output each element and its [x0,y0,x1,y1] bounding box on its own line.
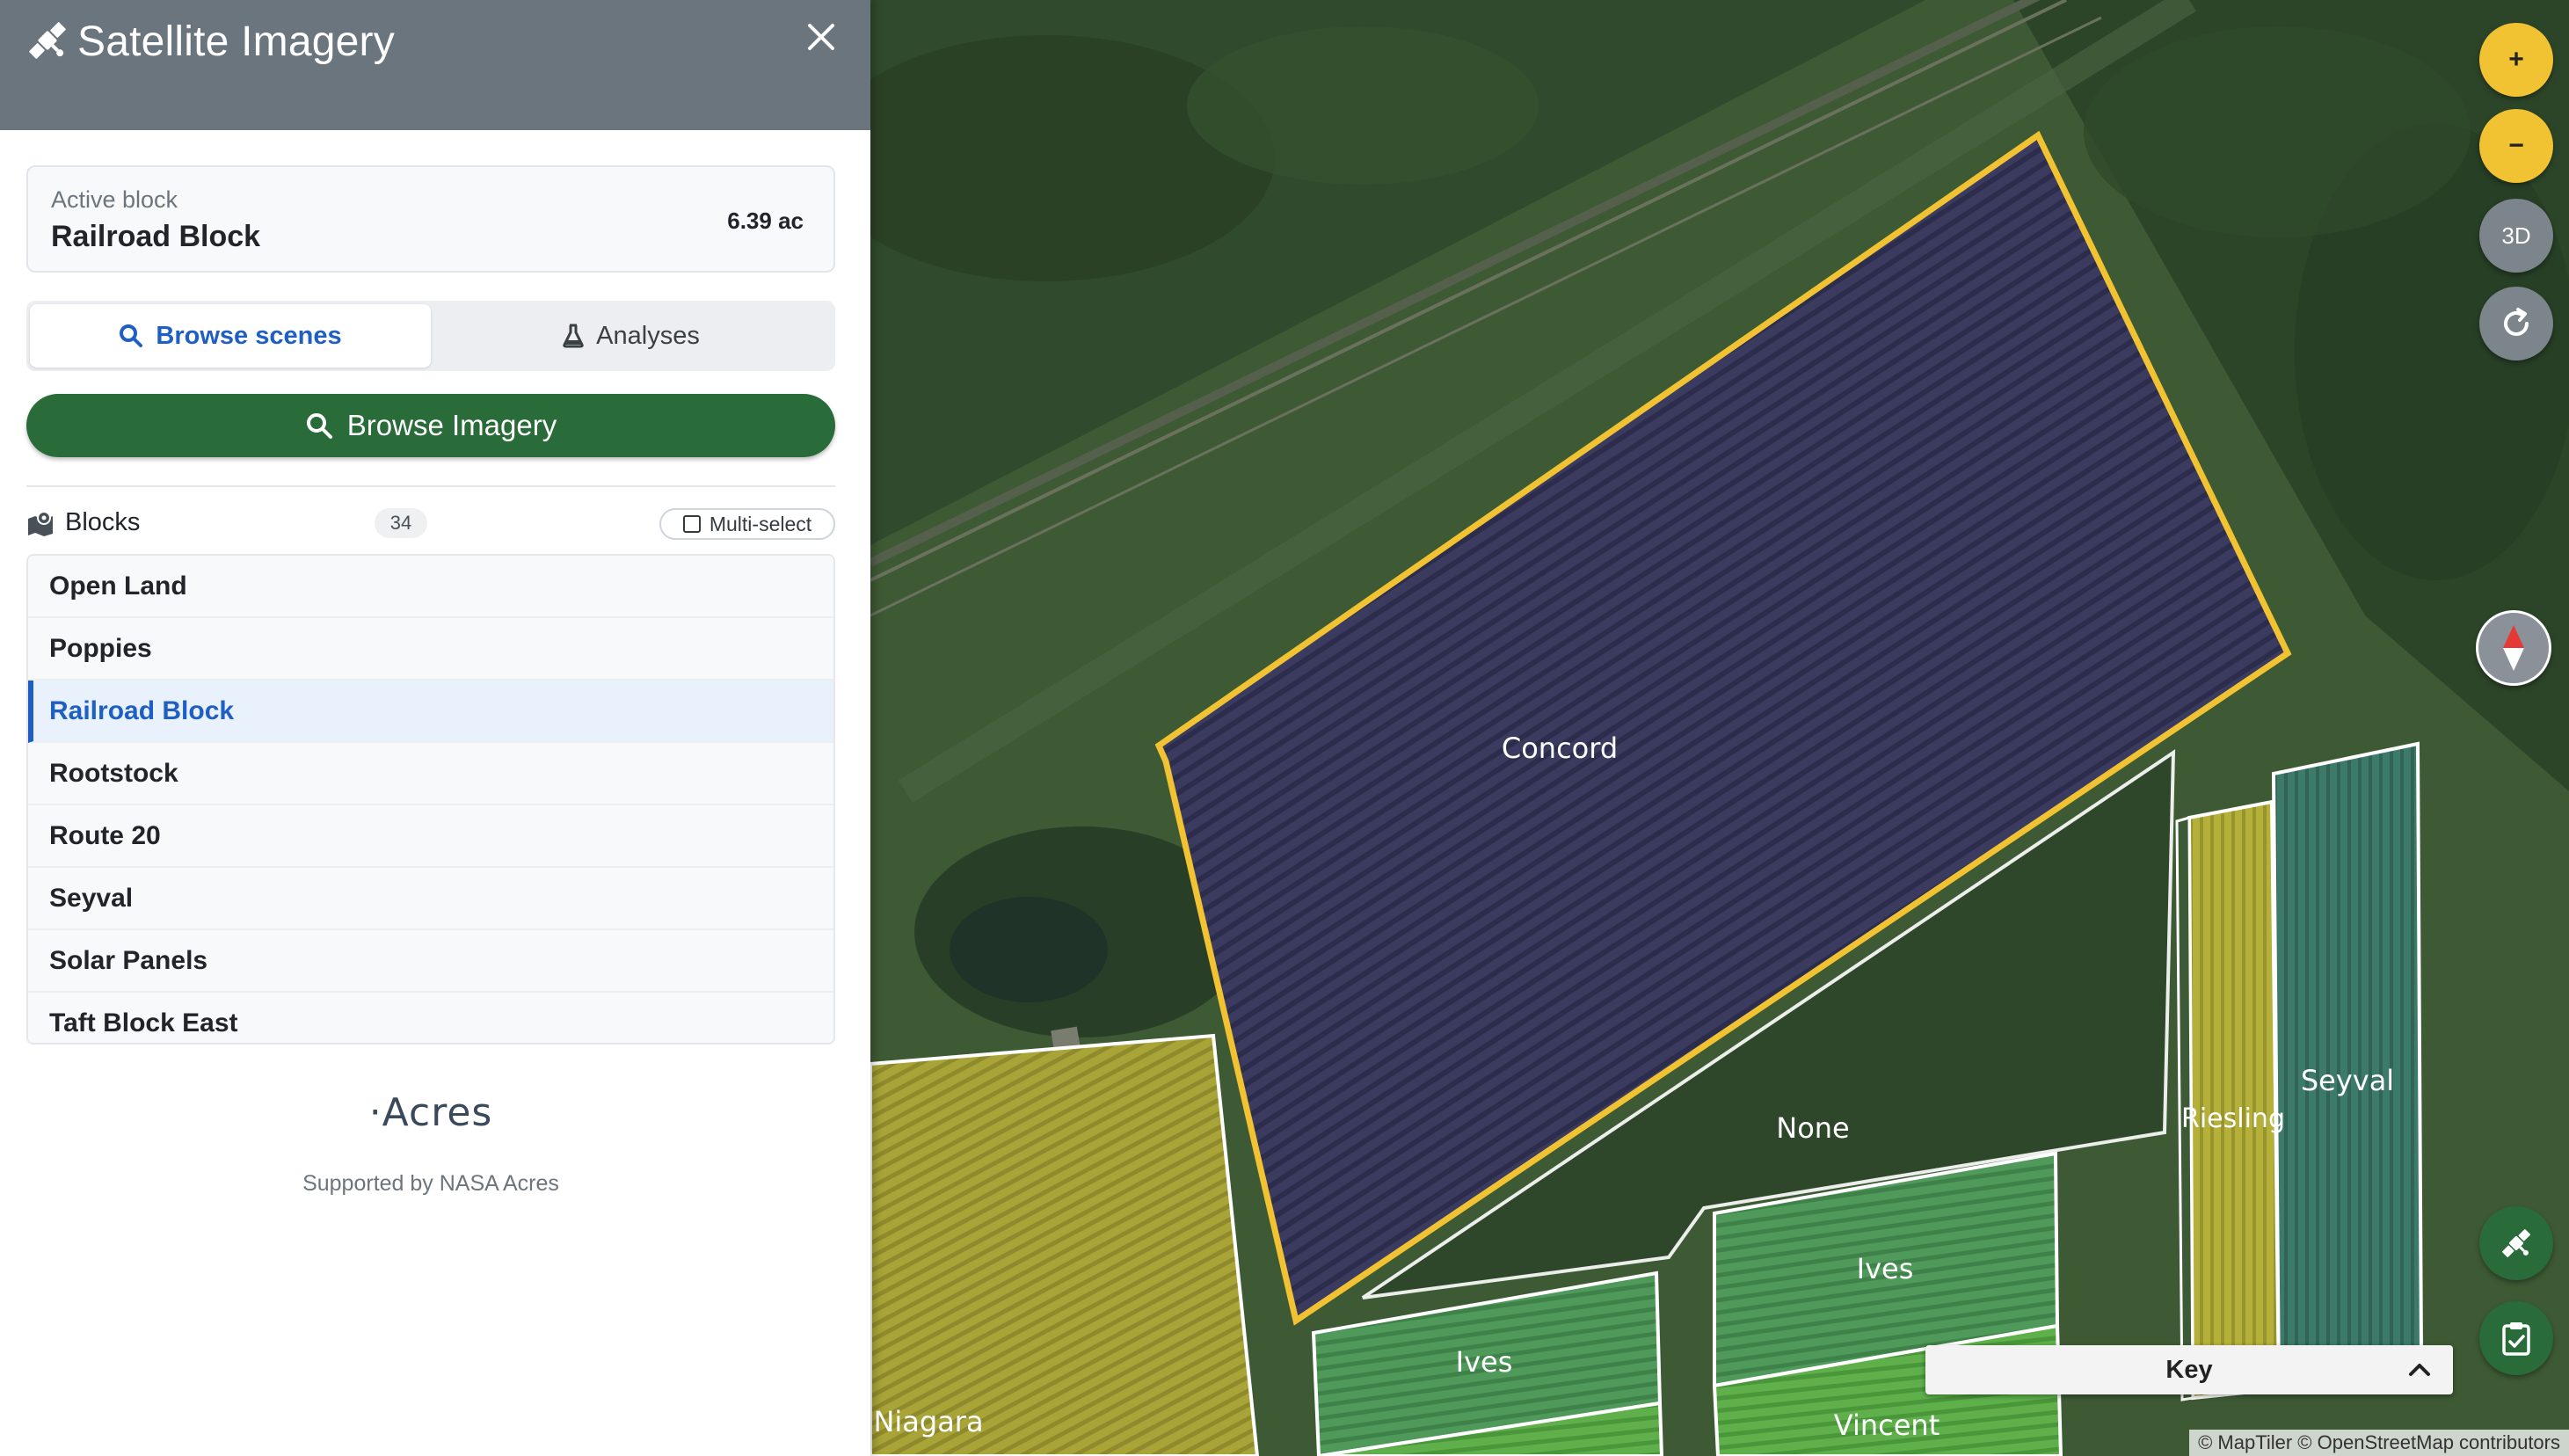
blocks-list: Open Land Poppies Railroad Block Rootsto… [26,554,835,1045]
checkbox-icon [682,515,701,533]
field-label-concord: Concord [1502,732,1618,765]
list-item-selected[interactable]: Railroad Block [28,681,833,743]
browse-imagery-label: Browse Imagery [346,409,557,441]
active-block-name: Railroad Block [51,220,261,253]
compass-button[interactable] [2476,610,2551,686]
tab-browse-scenes[interactable]: Browse scenes [30,304,431,368]
map-attribution[interactable]: © MapTiler © OpenStreetMap contributors [2189,1430,2569,1456]
refresh-icon [2504,308,2529,336]
zoom-out-button[interactable]: − [2479,109,2553,183]
multi-select-toggle[interactable]: Multi-select [659,508,835,540]
satellite-icon [2502,1229,2530,1257]
active-block-card: Active block Railroad Block 6.39 ac [26,165,835,273]
list-item[interactable]: Seyval [28,868,833,930]
field-label-ives: Ives [1857,1252,1914,1285]
close-icon [808,24,834,50]
acres-logo: ·Acres [368,1090,493,1135]
map-key-toggle[interactable]: Key [1925,1345,2453,1394]
satellite-map[interactable]: Concord None Riesling Seyval Ives Ives V… [870,0,2569,1456]
tab-bar: Browse scenes Analyses [26,301,835,371]
field-label-vincent: Vincent [1834,1409,1939,1442]
map-marker-icon [28,511,53,536]
tab-analyses-label: Analyses [596,321,700,350]
list-item[interactable]: Route 20 [28,805,833,868]
field-label-ives: Ives [1456,1345,1513,1379]
zoom-in-button[interactable]: + [2479,23,2553,97]
list-item[interactable]: Open Land [28,556,833,618]
clipboard-icon [2502,1322,2530,1356]
tab-browse-scenes-label: Browse scenes [156,321,342,350]
sidebar-header: Satellite Imagery [0,0,870,130]
satellite-imagery-button[interactable] [2479,1206,2553,1280]
blocks-label: Blocks [65,508,141,536]
search-icon [306,413,332,439]
sidebar-title: Satellite Imagery [77,18,395,65]
satellite-sidebar: Satellite Imagery Active block Railroad … [0,0,870,1456]
close-button[interactable] [800,16,842,58]
list-item[interactable]: Poppies [28,618,833,681]
flask-icon [563,324,584,348]
blocks-header: Blocks 34 Multi-select [26,503,835,543]
map-view[interactable]: Concord None Riesling Seyval Ives Ives V… [870,0,2569,1456]
key-label: Key [2165,1355,2213,1384]
tab-analyses[interactable]: Analyses [431,304,832,368]
field-label-none: None [1776,1111,1849,1145]
list-item[interactable]: Taft Block East [28,993,833,1043]
clipboard-button[interactable] [2479,1301,2553,1375]
supported-by-text: Supported by NASA Acres [302,1171,559,1196]
blocks-count-badge: 34 [375,508,427,538]
field-label-niagara: Niagara [873,1405,983,1438]
reset-view-button[interactable] [2479,287,2553,360]
search-icon [120,324,143,347]
list-item[interactable]: Rootstock [28,743,833,805]
list-item[interactable]: Solar Panels [28,930,833,993]
multi-select-label: Multi-select [709,512,812,535]
active-block-label: Active block [51,186,178,213]
field-label-riesling: Riesling [2181,1103,2285,1134]
satellite-icon [29,22,66,59]
active-block-area: 6.39 ac [727,207,804,234]
browse-imagery-button[interactable]: Browse Imagery [26,394,835,457]
divider [26,485,835,487]
compass-icon [2503,625,2524,671]
chevron-up-icon [2409,1364,2430,1376]
3d-toggle-button[interactable]: 3D [2479,199,2553,273]
field-label-seyval: Seyval [2301,1064,2394,1097]
